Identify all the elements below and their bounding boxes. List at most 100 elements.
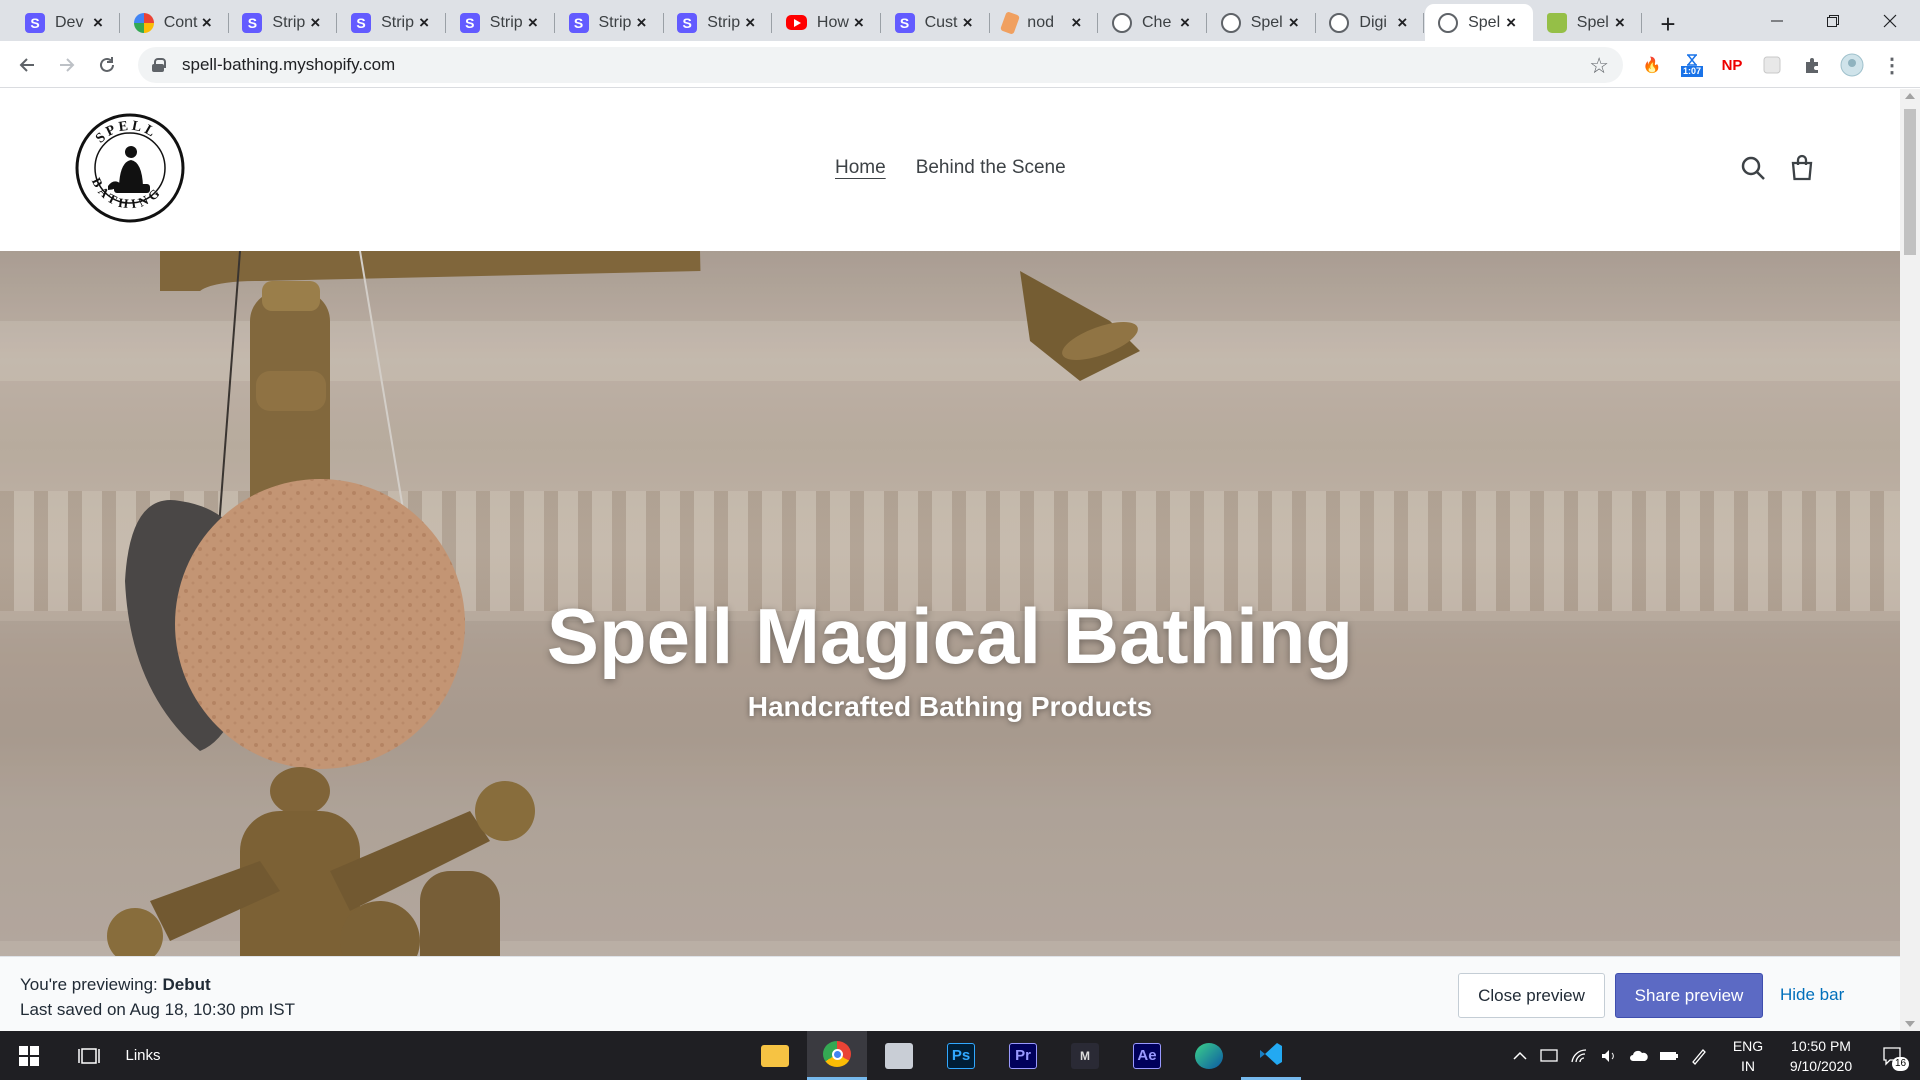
taskbar-app-generic[interactable] — [869, 1031, 929, 1080]
tab-close-icon[interactable]: × — [742, 13, 758, 32]
region-code: IN — [1741, 1057, 1755, 1074]
tab-close-icon[interactable]: × — [90, 13, 106, 32]
stripe-icon: S — [242, 12, 263, 33]
stripe-icon: S — [677, 12, 698, 33]
folder-icon — [761, 1044, 789, 1067]
browser-menu-icon[interactable]: ⋮ — [1879, 52, 1905, 78]
browser-tab[interactable]: S Strip × — [229, 4, 338, 41]
taskbar-file-explorer[interactable] — [745, 1031, 805, 1080]
taskbar-vscode[interactable] — [1241, 1031, 1301, 1080]
nav-home-link[interactable]: Home — [835, 157, 886, 179]
taskbar-edge[interactable] — [1179, 1031, 1239, 1080]
address-bar[interactable]: spell-bathing.myshopify.com ☆ — [138, 47, 1623, 83]
fire-extension-icon[interactable]: 🔥 — [1639, 52, 1665, 78]
browser-tab[interactable]: Spel × — [1534, 4, 1642, 41]
spell-bathing-logo[interactable]: SPELL BATHING — [74, 112, 186, 224]
new-tab-button[interactable]: + — [1651, 7, 1685, 41]
browser-tab[interactable]: S Strip × — [664, 4, 773, 41]
windows-taskbar: Links Ps Pr M Ae ENG IN 10:50 PM 9/10/20… — [0, 1031, 1920, 1080]
tab-title: Spel — [1576, 13, 1609, 31]
share-preview-button[interactable]: Share preview — [1615, 973, 1763, 1018]
stripe-icon: S — [351, 12, 372, 33]
tab-close-icon[interactable]: × — [1612, 13, 1628, 32]
onedrive-icon[interactable] — [1626, 1031, 1652, 1080]
browser-tab[interactable]: Spel × — [1425, 4, 1534, 41]
browser-tab[interactable]: S Strip × — [556, 4, 664, 41]
tab-close-icon[interactable]: × — [851, 13, 867, 32]
tab-close-icon[interactable]: × — [1286, 13, 1302, 32]
start-button[interactable] — [0, 1031, 58, 1080]
taskbar-photoshop[interactable]: Ps — [931, 1031, 991, 1080]
browser-tab[interactable]: nod × — [990, 4, 1099, 41]
nav-behind-the-scene-link[interactable]: Behind the Scene — [916, 157, 1066, 179]
scroll-up-arrow-icon[interactable] — [1905, 93, 1915, 99]
tab-close-icon[interactable]: × — [1394, 13, 1410, 32]
tab-close-icon[interactable]: × — [1068, 13, 1084, 32]
taskbar-chrome[interactable] — [807, 1031, 867, 1080]
profile-avatar[interactable] — [1839, 52, 1865, 78]
browser-tab[interactable]: How × — [773, 4, 881, 41]
globe-icon — [1329, 12, 1350, 33]
back-button[interactable] — [12, 50, 42, 80]
page-scrollbar[interactable] — [1900, 89, 1920, 1031]
hide-bar-link[interactable]: Hide bar — [1780, 985, 1844, 1005]
browser-tab[interactable]: S Dev × — [12, 4, 120, 41]
forward-button[interactable] — [52, 50, 82, 80]
browser-toolbar: spell-bathing.myshopify.com ☆ 🔥 1:07 NP … — [0, 41, 1920, 88]
tab-close-icon[interactable]: × — [1503, 13, 1519, 32]
search-icon[interactable] — [1739, 154, 1767, 182]
minimize-button[interactable] — [1749, 0, 1805, 41]
wifi-icon[interactable] — [1566, 1031, 1592, 1080]
action-center-button[interactable]: 16 — [1868, 1031, 1918, 1080]
tab-close-icon[interactable]: × — [416, 13, 432, 32]
clock-date: 9/10/2020 — [1789, 1057, 1853, 1074]
taskbar-after-effects[interactable]: Ae — [1117, 1031, 1177, 1080]
close-window-button[interactable] — [1862, 0, 1918, 41]
tab-close-icon[interactable]: × — [307, 13, 323, 32]
browser-tab[interactable]: Cont × — [121, 4, 229, 41]
volume-icon[interactable] — [1596, 1031, 1622, 1080]
browser-tab[interactable]: Digi × — [1316, 4, 1425, 41]
scrollbar-thumb[interactable] — [1904, 109, 1916, 255]
tab-title: Strip — [272, 13, 306, 31]
restore-button[interactable] — [1805, 0, 1861, 41]
pen-icon[interactable] — [1686, 1031, 1712, 1080]
browser-tab[interactable]: Spel × — [1208, 4, 1316, 41]
extensions-puzzle-icon[interactable] — [1799, 52, 1825, 78]
tab-title: How — [816, 13, 849, 31]
tab-close-icon[interactable]: × — [960, 13, 976, 32]
scroll-down-arrow-icon[interactable] — [1905, 1021, 1915, 1027]
bookmark-star-icon[interactable]: ☆ — [1589, 53, 1609, 79]
battery-icon[interactable] — [1656, 1031, 1682, 1080]
tab-close-icon[interactable]: × — [525, 13, 541, 32]
task-view-button[interactable] — [68, 1031, 110, 1080]
windows-logo-icon — [19, 1045, 39, 1066]
browser-tab[interactable]: S Strip × — [447, 4, 555, 41]
browser-tab[interactable]: S Cust × — [882, 4, 990, 41]
timer-extension-icon[interactable]: 1:07 — [1679, 52, 1705, 78]
browser-tab[interactable]: Che × — [1099, 4, 1207, 41]
cart-bag-icon[interactable] — [1788, 154, 1816, 182]
photoshop-icon: Ps — [947, 1042, 975, 1069]
close-preview-button[interactable]: Close preview — [1458, 973, 1605, 1018]
lock-icon — [152, 58, 166, 72]
tray-monitor-icon[interactable] — [1536, 1031, 1562, 1080]
tab-close-icon[interactable]: × — [1177, 13, 1193, 32]
youtube-icon — [785, 15, 807, 30]
restore-icon — [1827, 14, 1839, 27]
links-toolbar[interactable]: Links — [118, 1031, 168, 1080]
reload-button[interactable] — [92, 50, 122, 80]
grid-extension-icon[interactable] — [1759, 52, 1785, 78]
np-extension-icon[interactable]: NP — [1719, 52, 1745, 78]
tab-close-icon[interactable]: × — [199, 13, 215, 32]
store-header: SPELL BATHING Home Behind the Scene — [0, 89, 1900, 251]
browser-tab[interactable]: S Strip × — [338, 4, 447, 41]
main-navigation: Home Behind the Scene — [835, 157, 1066, 179]
taskbar-media-encoder[interactable]: M — [1055, 1031, 1115, 1080]
tab-close-icon[interactable]: × — [634, 13, 650, 32]
tray-overflow-icon[interactable] — [1508, 1031, 1532, 1080]
globe-icon — [1112, 12, 1132, 33]
language-indicator[interactable]: ENG IN — [1720, 1031, 1776, 1080]
taskbar-premiere[interactable]: Pr — [993, 1031, 1053, 1080]
clock[interactable]: 10:50 PM 9/10/2020 — [1776, 1031, 1866, 1080]
